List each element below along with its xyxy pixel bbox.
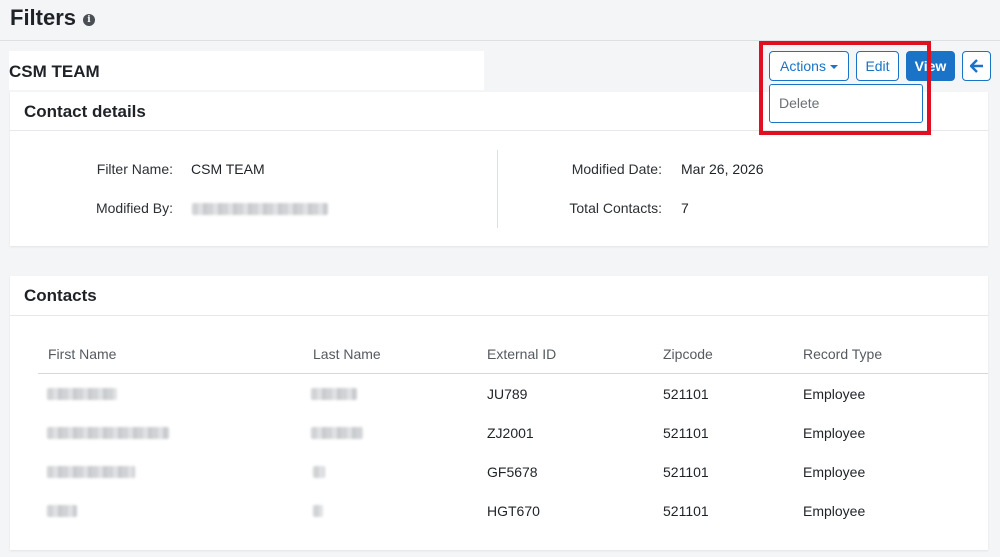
- filter-name-bar: CSM TEAM: [9, 51, 484, 90]
- contacts-title: Contacts: [24, 286, 97, 305]
- record-type-cell: Employee: [803, 464, 866, 480]
- arrow-left-icon: [970, 59, 983, 73]
- modified-by-label: Modified By:: [95, 200, 173, 216]
- page-title: Filters: [10, 5, 77, 30]
- details-separator: [497, 150, 498, 228]
- edit-button[interactable]: Edit: [856, 51, 899, 81]
- caret-down-icon: [829, 65, 838, 70]
- filter-name-label: Filter Name:: [96, 161, 173, 177]
- zipcode-cell: 521101: [663, 386, 709, 402]
- column-header-last-name[interactable]: Last Name: [313, 346, 381, 362]
- view-button[interactable]: View: [906, 51, 955, 81]
- actions-dropdown-menu: Delete: [769, 84, 923, 123]
- first-name-redacted: [47, 466, 135, 478]
- page-header: Filters i: [0, 0, 1000, 41]
- delete-menu-item[interactable]: Delete: [779, 95, 819, 111]
- last-name-redacted: [311, 427, 363, 439]
- filter-subtitle: CSM TEAM: [9, 62, 100, 81]
- first-name-redacted: [47, 427, 169, 439]
- modified-date-value: Mar 26, 2026: [681, 161, 764, 177]
- back-button[interactable]: [962, 51, 991, 81]
- last-name-redacted: [313, 466, 325, 478]
- filter-name-value: CSM TEAM: [191, 161, 265, 177]
- column-header-record-type[interactable]: Record Type: [803, 346, 882, 362]
- last-name-redacted: [313, 505, 323, 517]
- column-header-zipcode[interactable]: Zipcode: [663, 346, 713, 362]
- external-id-cell: ZJ2001: [487, 425, 534, 441]
- column-header-first-name[interactable]: First Name: [48, 346, 116, 362]
- contact-details-title: Contact details: [24, 102, 146, 121]
- total-contacts-value: 7: [681, 200, 689, 216]
- external-id-cell: GF5678: [487, 464, 538, 480]
- zipcode-cell: 521101: [663, 425, 709, 441]
- external-id-cell: JU789: [487, 386, 528, 402]
- last-name-redacted: [311, 388, 357, 400]
- zipcode-cell: 521101: [663, 503, 709, 519]
- external-id-cell: HGT670: [487, 503, 540, 519]
- card-divider: [10, 130, 988, 131]
- zipcode-cell: 521101: [663, 464, 709, 480]
- actions-button-label: Actions: [780, 58, 826, 74]
- column-header-external-id[interactable]: External ID: [487, 346, 556, 362]
- first-name-redacted: [47, 388, 117, 400]
- total-contacts-label: Total Contacts:: [569, 200, 662, 216]
- info-icon[interactable]: i: [83, 14, 95, 26]
- record-type-cell: Employee: [803, 503, 866, 519]
- first-name-redacted: [47, 505, 77, 517]
- record-type-cell: Employee: [803, 425, 866, 441]
- record-type-cell: Employee: [803, 386, 866, 402]
- modified-by-value-redacted: [192, 203, 328, 215]
- card-divider: [10, 315, 988, 316]
- table-header-divider: [38, 373, 988, 374]
- actions-button[interactable]: Actions: [769, 51, 849, 81]
- modified-date-label: Modified Date:: [571, 161, 662, 177]
